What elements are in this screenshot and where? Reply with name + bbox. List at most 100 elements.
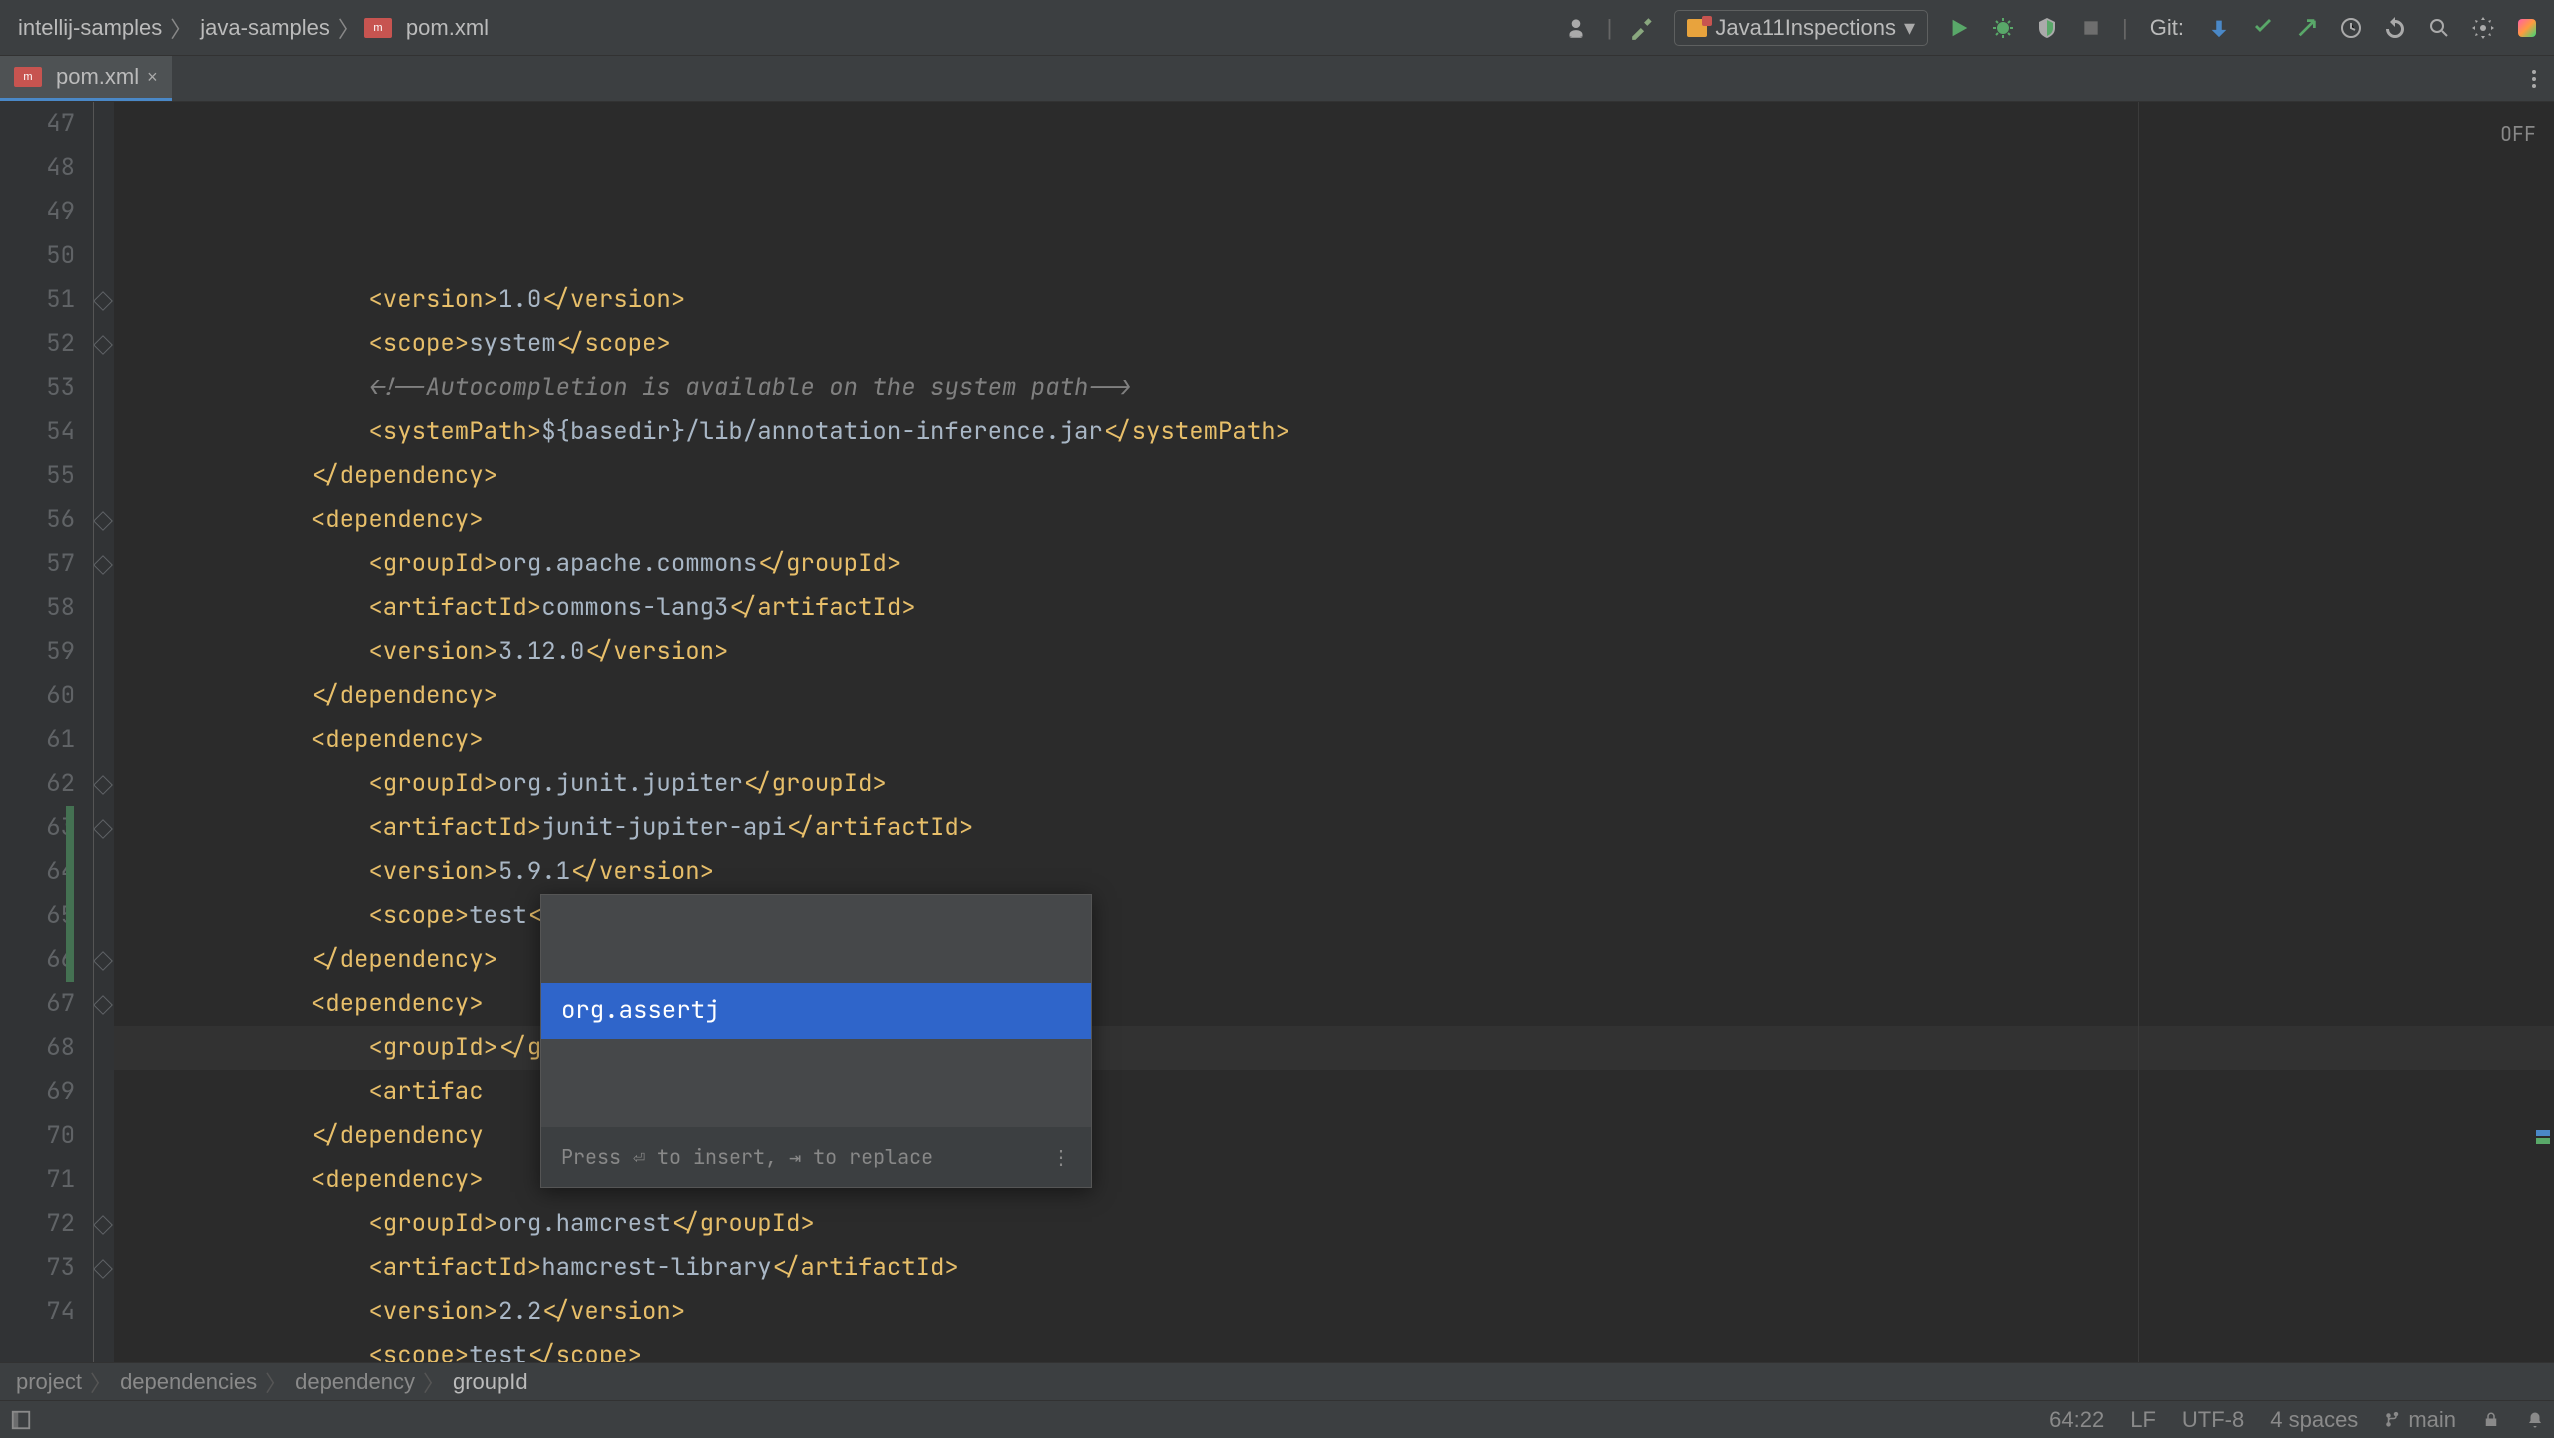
line-number[interactable]: 61 bbox=[0, 718, 75, 762]
git-update-icon[interactable] bbox=[2206, 15, 2232, 41]
breadcrumb-file[interactable]: pom.xml bbox=[402, 15, 493, 41]
code-line[interactable]: </dependency bbox=[114, 1114, 2554, 1158]
line-number[interactable]: 55 bbox=[0, 454, 75, 498]
line-number[interactable]: 70 bbox=[0, 1114, 75, 1158]
fold-toggle-icon[interactable] bbox=[93, 951, 113, 971]
toolbox-icon[interactable] bbox=[2514, 15, 2540, 41]
git-push-icon[interactable] bbox=[2294, 15, 2320, 41]
code-line[interactable]: <artifactId>commons-lang3</artifactId> bbox=[114, 586, 2554, 630]
code-line[interactable]: <!--Autocompletion is available on the s… bbox=[114, 366, 2554, 410]
code-area[interactable]: OFF <version>1.0</version> <scope>system… bbox=[114, 102, 2554, 1362]
line-number[interactable]: 67 bbox=[0, 982, 75, 1026]
line-number[interactable]: 66 bbox=[0, 938, 75, 982]
completion-popup[interactable]: org.assertj Press ⏎ to insert, ⇥ to repl… bbox=[540, 894, 1092, 1188]
coverage-icon[interactable] bbox=[2034, 15, 2060, 41]
breadcrumb-item[interactable]: project bbox=[16, 1369, 82, 1395]
code-line[interactable]: <scope>test</scope> bbox=[114, 894, 2554, 938]
line-number[interactable]: 71 bbox=[0, 1158, 75, 1202]
code-line[interactable]: <dependency> bbox=[114, 498, 2554, 542]
code-line[interactable]: <groupId>org.apache.commons</groupId> bbox=[114, 542, 2554, 586]
breadcrumb-item[interactable]: dependencies bbox=[120, 1369, 257, 1395]
line-number[interactable]: 60 bbox=[0, 674, 75, 718]
code-line[interactable]: <dependency> bbox=[114, 982, 2554, 1026]
inspection-indicator[interactable]: OFF bbox=[2500, 112, 2536, 156]
code-line[interactable]: <artifactId>hamcrest-library</artifactId… bbox=[114, 1246, 2554, 1290]
cursor-position[interactable]: 64:22 bbox=[2049, 1407, 2104, 1433]
line-number[interactable]: 74 bbox=[0, 1290, 75, 1334]
fold-toggle-icon[interactable] bbox=[93, 775, 113, 795]
fold-toggle-icon[interactable] bbox=[93, 555, 113, 575]
build-hammer-icon[interactable] bbox=[1630, 15, 1656, 41]
code-line[interactable]: <scope>test</scope> bbox=[114, 1334, 2554, 1362]
line-number[interactable]: 47 bbox=[0, 102, 75, 146]
line-number[interactable]: 64 bbox=[0, 850, 75, 894]
code-line[interactable]: <groupId>org.hamcrest</groupId> bbox=[114, 1202, 2554, 1246]
run-icon[interactable] bbox=[1946, 15, 1972, 41]
notifications-icon[interactable] bbox=[2526, 1411, 2544, 1429]
completion-item[interactable]: org.assertj bbox=[541, 983, 1091, 1039]
code-line[interactable]: <version>2.2</version> bbox=[114, 1290, 2554, 1334]
line-number[interactable]: 59 bbox=[0, 630, 75, 674]
fold-toggle-icon[interactable] bbox=[93, 335, 113, 355]
code-line[interactable]: </dependency> bbox=[114, 454, 2554, 498]
line-number[interactable]: 51 bbox=[0, 278, 75, 322]
code-line[interactable]: </dependency> bbox=[114, 674, 2554, 718]
breadcrumb-module[interactable]: java-samples bbox=[196, 15, 334, 41]
line-number[interactable]: 56 bbox=[0, 498, 75, 542]
line-number[interactable]: 65 bbox=[0, 894, 75, 938]
code-line[interactable]: <dependency> bbox=[114, 718, 2554, 762]
lock-icon[interactable] bbox=[2482, 1411, 2500, 1429]
fold-gutter[interactable] bbox=[94, 102, 114, 1362]
breadcrumb-item[interactable]: dependency bbox=[295, 1369, 415, 1395]
fold-toggle-icon[interactable] bbox=[93, 995, 113, 1015]
line-number[interactable]: 48 bbox=[0, 146, 75, 190]
tool-window-toggle-icon[interactable] bbox=[10, 1409, 32, 1431]
fold-toggle-icon[interactable] bbox=[93, 1259, 113, 1279]
rollback-icon[interactable] bbox=[2382, 15, 2408, 41]
debug-icon[interactable] bbox=[1990, 15, 2016, 41]
stop-icon[interactable] bbox=[2078, 15, 2104, 41]
line-number-gutter[interactable]: 4748495051525354555657585960616263646566… bbox=[0, 102, 94, 1362]
tab-overflow-button[interactable] bbox=[2514, 56, 2554, 101]
fold-toggle-icon[interactable] bbox=[93, 819, 113, 839]
error-stripe[interactable] bbox=[2532, 102, 2554, 1362]
line-number[interactable]: 52 bbox=[0, 322, 75, 366]
line-number[interactable]: 53 bbox=[0, 366, 75, 410]
code-line[interactable]: <dependency> bbox=[114, 1158, 2554, 1202]
code-line[interactable]: <version>3.12.0</version> bbox=[114, 630, 2554, 674]
code-line[interactable]: <groupId>org.junit.jupiter</groupId> bbox=[114, 762, 2554, 806]
line-number[interactable]: 62 bbox=[0, 762, 75, 806]
close-tab-icon[interactable]: × bbox=[147, 67, 158, 88]
search-icon[interactable] bbox=[2426, 15, 2452, 41]
line-number[interactable]: 57 bbox=[0, 542, 75, 586]
editor[interactable]: 4748495051525354555657585960616263646566… bbox=[0, 102, 2554, 1362]
code-line[interactable]: <artifactId>junit-jupiter-api</artifactI… bbox=[114, 806, 2554, 850]
encoding[interactable]: UTF-8 bbox=[2182, 1407, 2244, 1433]
code-line[interactable]: <version>5.9.1</version> bbox=[114, 850, 2554, 894]
breadcrumb-item[interactable]: groupId bbox=[453, 1369, 528, 1395]
code-line[interactable]: <artifac bbox=[114, 1070, 2554, 1114]
line-separator[interactable]: LF bbox=[2130, 1407, 2156, 1433]
settings-icon[interactable] bbox=[2470, 15, 2496, 41]
git-commit-icon[interactable] bbox=[2250, 15, 2276, 41]
line-number[interactable]: 58 bbox=[0, 586, 75, 630]
code-line[interactable]: <version>1.0</version> bbox=[114, 278, 2554, 322]
code-with-me-icon[interactable] bbox=[1563, 15, 1589, 41]
fold-toggle-icon[interactable] bbox=[93, 291, 113, 311]
code-line[interactable]: <groupId></groupId> bbox=[114, 1026, 2554, 1070]
git-branch[interactable]: main bbox=[2384, 1407, 2456, 1433]
code-line[interactable]: <scope>system</scope> bbox=[114, 322, 2554, 366]
line-number[interactable]: 73 bbox=[0, 1246, 75, 1290]
code-line[interactable]: <systemPath>${basedir}/lib/annotation-in… bbox=[114, 410, 2554, 454]
indent-info[interactable]: 4 spaces bbox=[2270, 1407, 2358, 1433]
line-number[interactable]: 72 bbox=[0, 1202, 75, 1246]
line-number[interactable]: 49 bbox=[0, 190, 75, 234]
line-number[interactable]: 68 bbox=[0, 1026, 75, 1070]
code-line[interactable]: </dependency> bbox=[114, 938, 2554, 982]
tab-pom-xml[interactable]: m pom.xml × bbox=[0, 56, 172, 101]
line-number[interactable]: 63 bbox=[0, 806, 75, 850]
fold-toggle-icon[interactable] bbox=[93, 511, 113, 531]
more-vertical-icon[interactable]: ⋮ bbox=[1051, 1135, 1071, 1179]
breadcrumb-root[interactable]: intellij-samples bbox=[14, 15, 166, 41]
line-number[interactable]: 50 bbox=[0, 234, 75, 278]
